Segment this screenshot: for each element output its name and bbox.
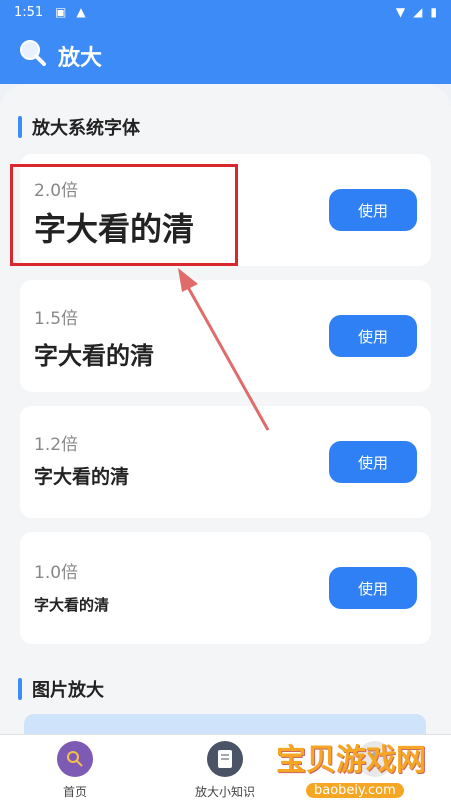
font-option-1-5x[interactable]: 1.5倍 字大看的清 使用 — [20, 280, 431, 392]
status-left-icons: ▣ ▲ — [55, 5, 86, 19]
battery-icon: ▮ — [430, 5, 437, 19]
app-bar: 放大 — [0, 28, 451, 84]
image-zoom-card-preview[interactable] — [24, 714, 426, 734]
notification-a-icon: ▣ — [55, 5, 67, 19]
font-option-1-2x[interactable]: 1.2倍 字大看的清 使用 — [20, 406, 431, 518]
use-button-2x[interactable]: 使用 — [329, 189, 417, 231]
app-title: 放大 — [58, 46, 103, 71]
wifi-icon: ▼ — [395, 5, 406, 19]
use-button-1-2x[interactable]: 使用 — [329, 441, 417, 483]
watermark: 宝贝游戏网 baobeiy.com — [276, 735, 426, 798]
section-accent-bar — [18, 116, 22, 138]
section-header-image-zoom: 图片放大 — [18, 676, 104, 702]
option-sample-text: 字大看的清 — [34, 596, 110, 614]
option-multiplier: 1.2倍 — [34, 435, 79, 455]
nav-label: 首页 — [62, 785, 87, 799]
book-icon — [207, 741, 243, 777]
magnifier-icon — [20, 40, 46, 66]
section-title: 图片放大 — [32, 680, 104, 701]
magnifier-icon — [57, 741, 93, 777]
highlight-annotation-box — [10, 164, 238, 266]
status-time: 1:51 — [14, 5, 44, 20]
option-multiplier: 1.5倍 — [34, 309, 79, 329]
use-button-1x[interactable]: 使用 — [329, 567, 417, 609]
font-option-1x[interactable]: 1.0倍 字大看的清 使用 — [20, 532, 431, 644]
option-sample-text: 字大看的清 — [34, 342, 154, 370]
status-right-icons: ▼ ◢ ▮ — [396, 5, 437, 19]
status-bar: 1:51 ▣ ▲ ▼ ◢ ▮ — [0, 0, 451, 28]
section-title: 放大系统字体 — [32, 118, 140, 139]
nav-item-home[interactable]: 首页 — [25, 741, 125, 800]
warning-icon: ▲ — [76, 5, 86, 19]
section-header-system-font: 放大系统字体 — [18, 114, 140, 140]
signal-icon: ◢ — [413, 5, 423, 19]
nav-label: 放大小知识 — [194, 785, 255, 799]
use-button-1-5x[interactable]: 使用 — [329, 315, 417, 357]
section-accent-bar — [18, 678, 22, 700]
watermark-text: 宝贝游戏网 — [276, 743, 426, 778]
option-multiplier: 1.0倍 — [34, 563, 79, 583]
nav-item-tips[interactable]: 放大小知识 — [175, 741, 275, 800]
watermark-url: baobeiy.com — [306, 783, 404, 798]
option-sample-text: 字大看的清 — [34, 466, 130, 488]
